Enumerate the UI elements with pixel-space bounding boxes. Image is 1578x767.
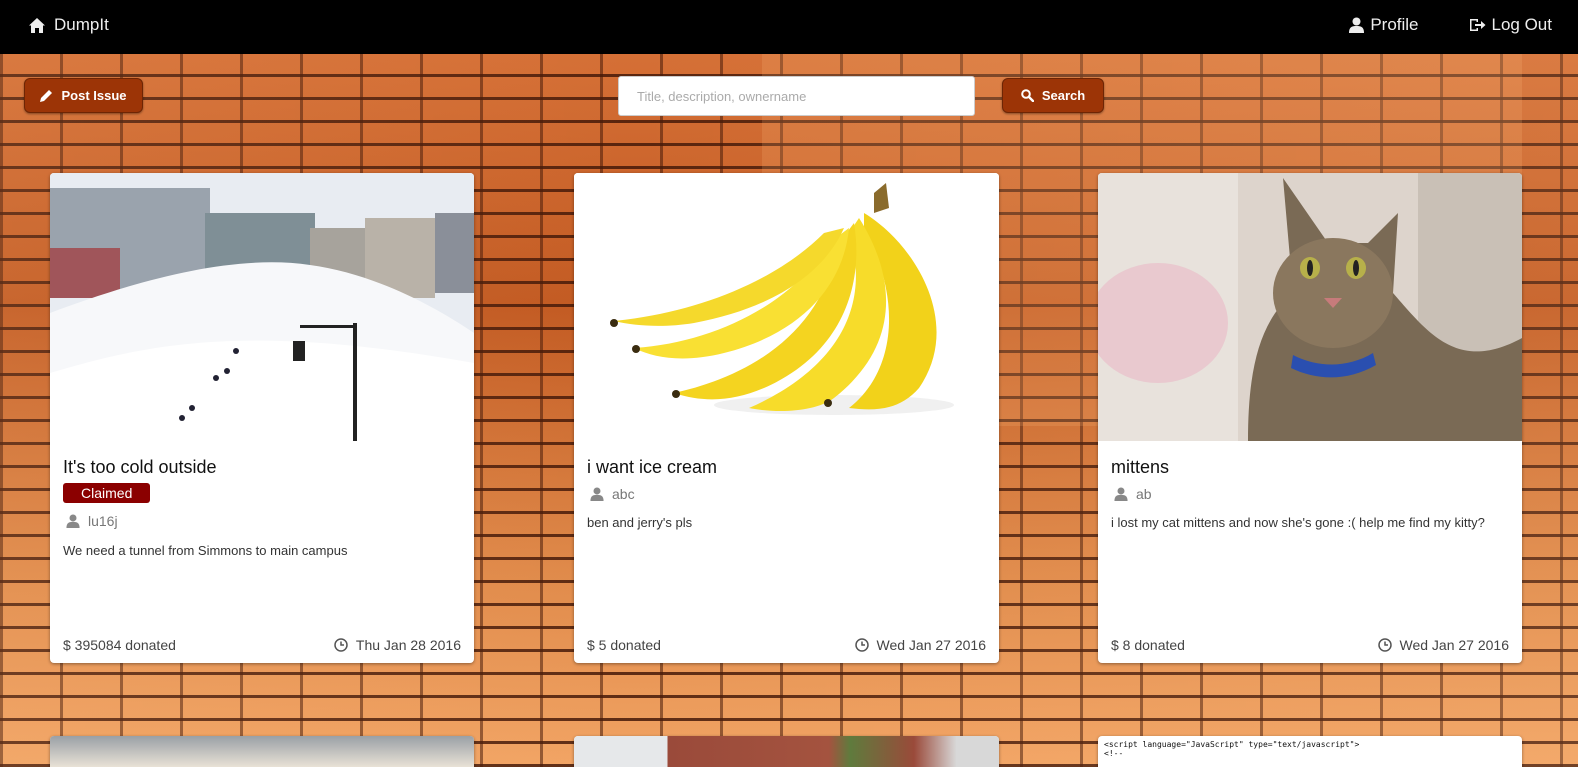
issue-date: Thu Jan 28 2016 [334, 637, 461, 653]
issue-title[interactable]: i want ice cream [587, 457, 717, 478]
date-label: Thu Jan 28 2016 [355, 637, 461, 653]
home-icon [29, 17, 45, 33]
issue-card-partial[interactable] [50, 736, 474, 767]
issue-card-partial[interactable] [574, 736, 999, 767]
search-label: Search [1041, 88, 1086, 103]
post-issue-button[interactable]: Post Issue [24, 78, 143, 113]
search-icon [1021, 89, 1034, 102]
issue-title[interactable]: It's too cold outside [63, 457, 217, 478]
user-icon [1114, 487, 1128, 501]
owner-info: lu16j [66, 513, 118, 529]
issue-image-partial [574, 736, 999, 767]
status-badge: Claimed [63, 483, 151, 503]
pencil-icon [40, 90, 53, 102]
profile-link[interactable]: Profile [1349, 15, 1419, 35]
issue-card[interactable]: mittens ab i lost my cat mittens and now… [1098, 173, 1522, 663]
issue-image-cat [1098, 173, 1522, 441]
brand-label: DumpIt [54, 15, 109, 34]
brand-link[interactable]: DumpIt [28, 15, 109, 35]
top-navbar: DumpIt Profile Log Out [0, 0, 1578, 54]
issue-date: Wed Jan 27 2016 [854, 637, 987, 653]
date-label: Wed Jan 27 2016 [1399, 637, 1510, 653]
code-line: <!-- [1104, 749, 1124, 758]
issue-image-bananas [574, 173, 999, 441]
issue-card-partial-code[interactable]: <script language="JavaScript" type="text… [1098, 736, 1522, 767]
date-label: Wed Jan 27 2016 [876, 637, 987, 653]
donation-amount: $ 5 donated [587, 637, 661, 653]
logout-icon [1469, 19, 1485, 31]
search-button[interactable]: Search [1002, 78, 1104, 113]
owner-name: ab [1136, 486, 1152, 502]
donation-amount: $ 395084 donated [63, 637, 176, 653]
user-icon [66, 514, 80, 528]
snow-scene-illustration [50, 173, 474, 441]
owner-info: ab [1114, 486, 1152, 502]
issue-description: ben and jerry's pls [587, 515, 693, 530]
issue-image-partial [50, 736, 474, 767]
profile-label: Profile [1370, 15, 1419, 34]
issue-image-snow-pile [50, 173, 474, 441]
post-issue-label: Post Issue [61, 88, 127, 103]
clock-icon [334, 638, 348, 652]
user-icon [590, 487, 604, 501]
cat-illustration [1098, 173, 1522, 441]
issue-description: We need a tunnel from Simmons to main ca… [63, 543, 348, 558]
donation-amount: $ 8 donated [1111, 637, 1185, 653]
search-input[interactable] [618, 76, 975, 116]
issue-date: Wed Jan 27 2016 [1377, 637, 1510, 653]
nav-right: Profile Log Out [1349, 15, 1552, 35]
issue-card[interactable]: It's too cold outside Claimed lu16j We n… [50, 173, 474, 663]
clock-icon [854, 638, 869, 652]
owner-name: lu16j [88, 513, 118, 529]
issue-description: i lost my cat mittens and now she's gone… [1111, 515, 1485, 530]
issue-card[interactable]: i want ice cream abc ben and jerry's pls… [574, 173, 999, 663]
issue-title[interactable]: mittens [1111, 457, 1169, 478]
logout-label: Log Out [1491, 15, 1553, 34]
code-line: <script language="JavaScript" type="text… [1104, 740, 1360, 749]
clock-icon [1377, 638, 1392, 652]
owner-name: abc [612, 486, 635, 502]
owner-info: abc [590, 486, 635, 502]
user-icon [1349, 17, 1365, 33]
bananas-illustration [574, 173, 999, 441]
logout-link[interactable]: Log Out [1469, 15, 1553, 35]
